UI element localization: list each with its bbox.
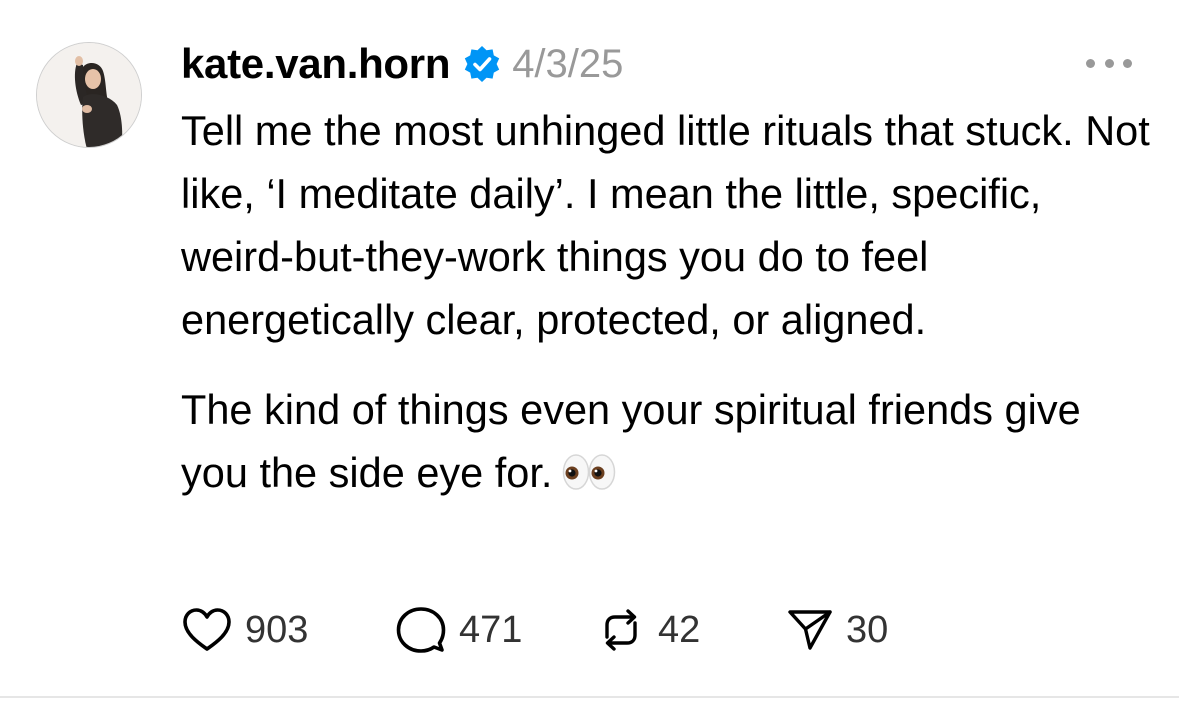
avatar[interactable]: [36, 42, 142, 148]
post-paragraph-text: Tell me the most unhinged little rituals…: [181, 107, 1150, 343]
post-date: 4/3/25: [512, 41, 624, 86]
like-count: 903: [245, 608, 309, 651]
eyes-emoji: [562, 445, 618, 490]
repost-button[interactable]: 42: [596, 606, 786, 654]
avatar-photo: [37, 43, 141, 147]
post-divider: [0, 696, 1179, 698]
reply-count: 471: [459, 608, 523, 651]
post-body: Tell me the most unhinged little rituals…: [181, 99, 1156, 504]
more-dot: [1086, 58, 1095, 68]
share-button[interactable]: 30: [786, 607, 888, 653]
post-actions: 903 471 42 30: [181, 604, 888, 656]
more-dot: [1104, 58, 1114, 68]
repost-count: 42: [658, 608, 701, 651]
more-options-icon[interactable]: [1086, 54, 1132, 72]
post-paragraph: Tell me the most unhinged little rituals…: [181, 99, 1156, 351]
heart-icon: [181, 607, 233, 653]
post-header: kate.van.horn 4/3/25: [181, 36, 623, 92]
comment-bubble-icon: [395, 605, 447, 655]
more-dot: [1123, 58, 1132, 68]
verified-badge-icon: [462, 44, 502, 84]
post-paragraph: The kind of things even your spiritual f…: [181, 378, 1156, 504]
like-button[interactable]: 903: [181, 607, 395, 653]
share-count: 30: [846, 608, 889, 651]
send-icon: [786, 607, 834, 653]
post-paragraph-text: The kind of things even your spiritual f…: [181, 386, 1081, 496]
repost-icon: [596, 606, 646, 654]
author-username[interactable]: kate.van.horn: [181, 40, 450, 88]
reply-button[interactable]: 471: [395, 605, 596, 655]
threads-post: kate.van.horn 4/3/25 Tell me the most un…: [0, 0, 1179, 702]
